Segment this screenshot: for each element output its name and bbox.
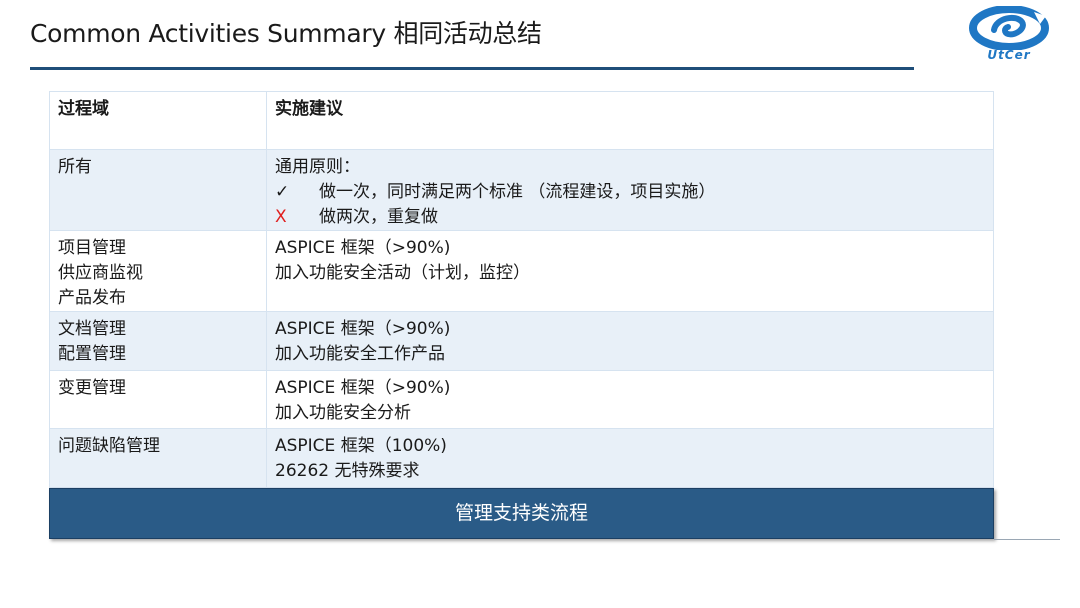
slide-title: Common Activities Summary 相同活动总结 [30, 19, 542, 48]
title-underline [30, 67, 914, 70]
advice-line: 加入功能安全分析 [275, 403, 411, 423]
domain-cell: 所有 [49, 149, 267, 231]
advice-item: X 做两次，重复做 [275, 205, 985, 230]
advice-cell: ASPICE 框架（>90%) 加入功能安全活动（计划，监控） [266, 230, 994, 312]
domain-line: 问题缺陷管理 [58, 436, 160, 456]
table-row: 问题缺陷管理 ASPICE 框架（100%) 26262 无特殊要求 [49, 428, 994, 488]
advice-line: ASPICE 框架（100%) [275, 436, 447, 456]
domain-line: 供应商监视 [58, 263, 143, 283]
domain-line: 变更管理 [58, 378, 126, 398]
advice-cell: ASPICE 框架（>90%) 加入功能安全分析 [266, 370, 994, 429]
advice-line: 加入功能安全活动（计划，监控） [275, 263, 530, 283]
slide: Common Activities Summary 相同活动总结 UtCer 过… [0, 0, 1080, 608]
advice-cell: ASPICE 框架（100%) 26262 无特殊要求 [266, 428, 994, 488]
support-process-banner: 管理支持类流程 [49, 488, 994, 539]
domain-line: 所有 [58, 157, 92, 177]
activities-table: 过程域 实施建议 所有 通用原则： ✓ 做一次，同时满足两个标准 （流程建设，项目… [49, 91, 994, 488]
advice-line: 26262 无特殊要求 [275, 461, 420, 481]
domain-line: 项目管理 [58, 238, 126, 258]
advice-cell: 通用原则： ✓ 做一次，同时满足两个标准 （流程建设，项目实施） X 做两次，重复做 [266, 149, 994, 231]
table-row: 所有 通用原则： ✓ 做一次，同时满足两个标准 （流程建设，项目实施） X 做两次，… [49, 149, 994, 231]
domain-line: 文档管理 [58, 319, 126, 339]
logo-mark-icon [969, 5, 1049, 51]
advice-item-text: 做两次，重复做 [319, 207, 438, 227]
domain-cell: 问题缺陷管理 [49, 428, 267, 488]
advice-line: ASPICE 框架（>90%) [275, 319, 451, 339]
logo-text: UtCer [987, 48, 1031, 62]
utcer-logo: UtCer [964, 5, 1054, 68]
cross-icon: X [275, 207, 287, 227]
domain-cell: 项目管理 供应商监视 产品发布 [49, 230, 267, 312]
domain-cell: 文档管理 配置管理 [49, 311, 267, 371]
header-process-domain: 过程域 [49, 91, 267, 150]
domain-line: 产品发布 [58, 288, 126, 308]
domain-line: 配置管理 [58, 344, 126, 364]
table-row: 文档管理 配置管理 ASPICE 框架（>90%) 加入功能安全工作产品 [49, 311, 994, 371]
advice-item: ✓ 做一次，同时满足两个标准 （流程建设，项目实施） [275, 180, 985, 205]
advice-item-text: 做一次，同时满足两个标准 （流程建设，项目实施） [319, 182, 716, 202]
advice-cell: ASPICE 框架（>90%) 加入功能安全工作产品 [266, 311, 994, 371]
header-implementation-advice: 实施建议 [266, 91, 994, 150]
table-row: 项目管理 供应商监视 产品发布 ASPICE 框架（>90%) 加入功能安全活动… [49, 230, 994, 312]
domain-cell: 变更管理 [49, 370, 267, 429]
table-header-row: 过程域 实施建议 [49, 91, 994, 150]
advice-intro: 通用原则： [275, 157, 360, 177]
advice-line: ASPICE 框架（>90%) [275, 238, 451, 258]
check-icon: ✓ [275, 182, 290, 202]
advice-line: 加入功能安全工作产品 [275, 344, 445, 364]
table-row: 变更管理 ASPICE 框架（>90%) 加入功能安全分析 [49, 370, 994, 429]
advice-line: ASPICE 框架（>90%) [275, 378, 451, 398]
divider [994, 539, 1060, 540]
